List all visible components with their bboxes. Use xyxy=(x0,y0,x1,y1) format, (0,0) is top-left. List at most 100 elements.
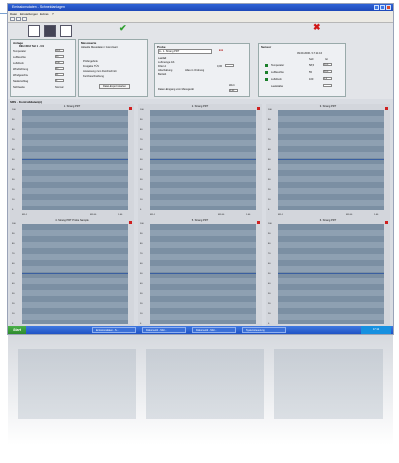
x-tick: 1:40 xyxy=(246,214,251,216)
y-tick: 20 xyxy=(12,303,15,305)
y-tick: 0 xyxy=(140,323,142,325)
anlage-subtitle: DEH 3012 Teil 1 - 0/1 xyxy=(19,45,45,48)
row-value[interactable]: 100 xyxy=(55,61,64,64)
grid-icon[interactable] xyxy=(44,25,56,37)
y-tick: 50 xyxy=(12,273,15,275)
start-button[interactable]: Start xyxy=(8,326,26,334)
chart-icon[interactable] xyxy=(28,25,40,37)
taskbar-item[interactable]: Systemsteuerung xyxy=(242,327,286,333)
messwerte-panel: Messwerte Aktuelle Messdaten / Grenzwert… xyxy=(78,39,148,97)
row-label: Temperatur xyxy=(13,50,27,53)
y-tick: 100 xyxy=(12,109,16,111)
alarm-marker xyxy=(385,221,388,224)
chart-title: 3. Strang PRT xyxy=(319,105,337,108)
x-tick: M1-1 xyxy=(278,214,283,216)
y-tick: 60 xyxy=(12,263,15,265)
row-value[interactable]: 58,5 xyxy=(55,49,64,52)
sensor-label: Temperatur xyxy=(271,64,285,67)
taskbar-item[interactable]: Dokument2 - Micr... xyxy=(192,327,236,333)
y-tick: 30 xyxy=(12,179,15,181)
application-window: Emissionsdaten - Schneidanlagen Datei Ei… xyxy=(8,4,393,334)
y-tick: 10 xyxy=(12,199,15,201)
save-icon[interactable] xyxy=(22,17,27,21)
y-tick: 40 xyxy=(268,169,271,171)
plot-area xyxy=(22,110,128,210)
row-value: Normal xyxy=(55,86,64,89)
messwerte-line: Prüfergebnis xyxy=(83,60,98,63)
sensor-b[interactable]: 0,0 xyxy=(323,77,332,80)
sensor-b[interactable] xyxy=(323,84,332,87)
stop-icon[interactable]: ✖ xyxy=(313,22,321,33)
table-icon[interactable] xyxy=(60,25,72,37)
y-tick: 70 xyxy=(268,253,271,255)
y-tick: 0 xyxy=(12,209,14,211)
export-button[interactable]: Datei-Export starten xyxy=(99,84,131,89)
y-tick: 80 xyxy=(12,243,15,245)
y-tick: 80 xyxy=(268,129,271,131)
series-line xyxy=(278,159,384,160)
y-tick: 80 xyxy=(140,243,143,245)
new-icon[interactable] xyxy=(10,17,15,21)
taskbar-item[interactable]: Emissionsdaten - S... xyxy=(92,327,136,333)
messwerte-line: Freigabe TÜV xyxy=(83,65,100,68)
close-button[interactable] xyxy=(386,5,391,10)
sensor-b[interactable]: 99,0 xyxy=(323,70,332,73)
x-tick: M1-50 xyxy=(90,214,97,216)
minimize-button[interactable] xyxy=(374,5,379,10)
probe-input[interactable] xyxy=(225,64,234,67)
sensor-a: 55 xyxy=(309,71,312,74)
plot-area xyxy=(278,110,384,210)
taskbar-item[interactable]: Dokument1 - Micr... xyxy=(142,327,186,333)
probe-footer-r2[interactable]: 0,00 xyxy=(229,89,238,92)
y-tick: 60 xyxy=(268,263,271,265)
probe-select[interactable]: A - 1. Strang PRT xyxy=(158,49,212,54)
y-tick: 30 xyxy=(268,293,271,295)
y-tick: 20 xyxy=(268,303,271,305)
alarm-marker xyxy=(257,221,260,224)
y-tick: 100 xyxy=(268,109,272,111)
plot-area xyxy=(150,110,256,210)
sensor-label: Luftdruck xyxy=(271,78,282,81)
y-tick: 10 xyxy=(140,313,143,315)
y-tick: 50 xyxy=(12,159,15,161)
probe-value-a: Alles in Ordnung xyxy=(185,69,205,72)
y-tick: 80 xyxy=(12,129,15,131)
y-tick: 50 xyxy=(268,273,271,275)
y-tick: 90 xyxy=(12,119,15,121)
probe-row: Filter A xyxy=(158,65,167,68)
row-label: Luftfeuchte xyxy=(13,56,26,59)
y-tick: 60 xyxy=(140,263,143,265)
open-icon[interactable] xyxy=(16,17,21,21)
y-tick: 70 xyxy=(12,253,15,255)
y-tick: 0 xyxy=(268,209,270,211)
window-title: Emissionsdaten - Schneidanlagen xyxy=(12,5,65,9)
probe-footer-r1: Wert xyxy=(229,84,235,87)
status-led xyxy=(265,78,268,81)
row-value[interactable]: 55 xyxy=(55,55,64,58)
x-tick: M1-1 xyxy=(150,214,155,216)
row-value[interactable]: 62 xyxy=(55,67,64,70)
sensor-label: Luftfeuchte xyxy=(271,71,284,74)
series-line xyxy=(150,273,256,274)
y-tick: 40 xyxy=(12,283,15,285)
check-icon[interactable]: ✔ xyxy=(119,23,127,34)
probe-panel: Probe A - 1. Strang PRT ■ ■ Lastfall Luf… xyxy=(154,43,250,97)
y-tick: 60 xyxy=(268,149,271,151)
x-tick: M1-50 xyxy=(218,214,225,216)
chart-title: 2. Strang PRT xyxy=(191,105,209,108)
y-tick: 90 xyxy=(140,119,143,121)
row-value[interactable]: 31 xyxy=(55,73,64,76)
sensor-panel: Sensor 09.09.2006 / 17:11:16 Soll Ist Te… xyxy=(258,43,346,97)
y-tick: 10 xyxy=(140,199,143,201)
probe-value-b: 0,00 xyxy=(217,65,223,68)
probe-row: Abschaltung xyxy=(158,69,173,72)
row-label: Windrichtung xyxy=(13,68,29,71)
sensor-date: 09.09.2006 / 17:11:16 xyxy=(297,52,323,55)
chart-title: 4. Strang PRT Probe Sample xyxy=(55,219,89,222)
row-value[interactable]: 0 xyxy=(55,79,64,82)
col-ist: Ist xyxy=(325,58,328,61)
sensor-b[interactable]: 30,0 xyxy=(323,63,332,66)
maximize-button[interactable] xyxy=(380,5,385,10)
messwerte-line: Aktuelle Messdaten / Grenzwert xyxy=(81,46,118,49)
y-tick: 20 xyxy=(140,189,143,191)
